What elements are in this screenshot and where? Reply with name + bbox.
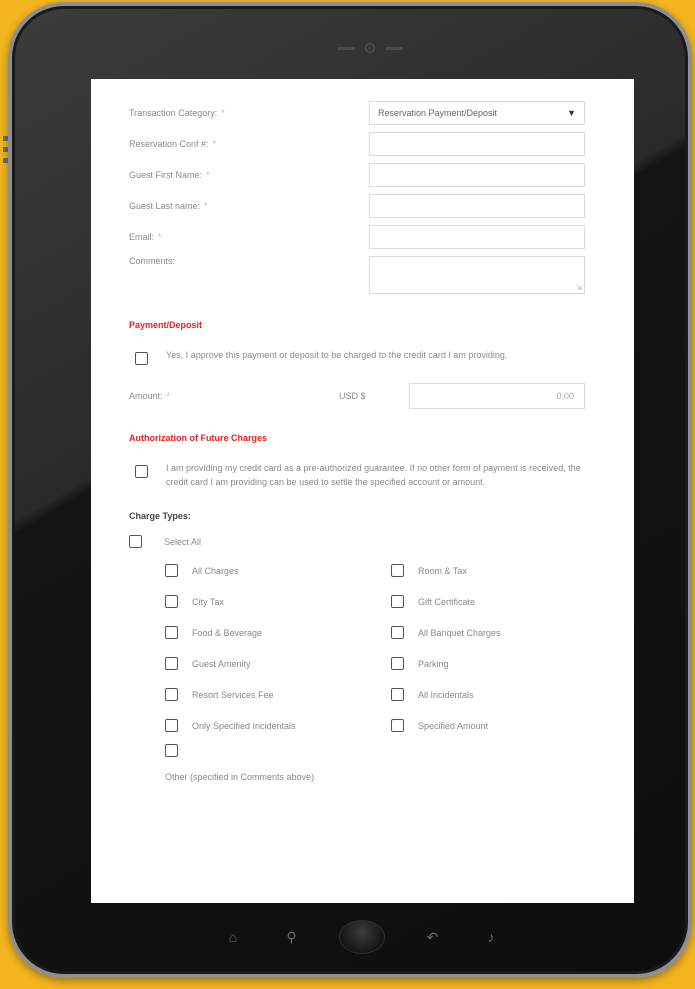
transaction-category-row: Transaction Category: * Reservation Payme…: [129, 97, 594, 128]
comments-row: Comments: ⇲: [129, 252, 594, 296]
select-all-option[interactable]: Select All: [129, 535, 594, 548]
amount-label: Amount:: [129, 391, 163, 401]
charge-option-checkbox[interactable]: [165, 744, 178, 757]
charge-option-label: Parking: [418, 658, 449, 669]
charge-option-only-specified-incidentals[interactable]: Only Specified Incidentals: [165, 717, 391, 734]
select-value: Reservation Payment/Deposit: [378, 107, 498, 118]
search-icon[interactable]: ⚲: [281, 929, 303, 946]
required-marker: *: [204, 200, 208, 211]
charge-type-options: All Charges Room & Tax City Tax Gift Cer…: [129, 562, 594, 734]
authorization-consent-checkbox[interactable]: [135, 465, 148, 478]
charge-types-title: Charge Types:: [129, 511, 191, 521]
required-marker: *: [166, 391, 171, 401]
charge-option-resort-services-fee[interactable]: Resort Services Fee: [165, 686, 391, 703]
charge-option-label: Resort Services Fee: [192, 689, 274, 700]
charge-option-checkbox[interactable]: [165, 657, 178, 670]
field-label: Comments:: [129, 256, 176, 266]
charge-option-label: City Tax: [192, 596, 224, 607]
amount-row: Amount: * USD $ 0.00: [129, 383, 594, 409]
field-label: Transaction Category:: [129, 107, 218, 118]
charge-option-checkbox[interactable]: [391, 657, 404, 670]
camera-lens: [365, 43, 375, 53]
charge-option-food-beverage[interactable]: Food & Beverage: [165, 624, 391, 641]
field-label: Guest First Name:: [129, 169, 203, 180]
field-label: Reservation Conf #:: [129, 138, 209, 149]
charge-option-all-banquet[interactable]: All Banquet Charges: [391, 624, 591, 641]
select-all-label: Select All: [164, 536, 202, 547]
charge-option-guest-amenity[interactable]: Guest Amenity: [165, 655, 391, 672]
guest-last-name-input[interactable]: [369, 193, 585, 218]
charge-option-city-tax[interactable]: City Tax: [165, 593, 391, 610]
email-input[interactable]: [369, 224, 585, 249]
field-label: Email:: [129, 231, 155, 242]
payment-consent-checkbox[interactable]: [135, 352, 148, 365]
charge-option-parking[interactable]: Parking: [391, 655, 591, 672]
charge-option-checkbox[interactable]: [391, 626, 404, 639]
charge-option-label: Guest Amenity: [192, 658, 251, 669]
charge-option-all-charges[interactable]: All Charges: [165, 562, 391, 579]
guest-first-name-input[interactable]: [369, 162, 585, 187]
charge-option-label: Other (specified in Comments above): [165, 772, 315, 782]
email-row: Email: *: [129, 221, 594, 252]
charge-option-checkbox[interactable]: [165, 688, 178, 701]
payment-consent: Yes, I approve this payment or deposit t…: [129, 348, 594, 365]
charge-option-checkbox[interactable]: [391, 688, 404, 701]
charge-option-checkbox[interactable]: [165, 626, 178, 639]
payment-section-title: Payment/Deposit: [129, 320, 203, 330]
select-all-checkbox[interactable]: [129, 535, 142, 548]
device-nav-bar: ⌂ ⚲ ↶ ♪: [222, 920, 502, 954]
guest-first-name-row: Guest First Name: *: [129, 159, 594, 190]
chevron-down-icon: ▼: [567, 107, 576, 118]
charge-option-label: All Banquet Charges: [418, 627, 501, 638]
amount-input[interactable]: 0.00: [409, 383, 585, 409]
charge-option-checkbox[interactable]: [165, 564, 178, 577]
reservation-conf-input[interactable]: [369, 131, 585, 156]
charge-option-checkbox[interactable]: [165, 595, 178, 608]
charge-option-room-tax[interactable]: Room & Tax: [391, 562, 591, 579]
authorization-consent: I am providing my credit card as a pre-a…: [129, 461, 594, 489]
reservation-conf-row: Reservation Conf #: *: [129, 128, 594, 159]
front-camera: [330, 42, 410, 54]
charge-option-label: Room & Tax: [418, 565, 467, 576]
charge-option-label: Specified Amount: [418, 720, 489, 731]
charge-option-label: Gift Certificate: [418, 596, 476, 607]
required-marker: *: [206, 169, 210, 180]
charge-option-specified-amount[interactable]: Specified Amount: [391, 717, 591, 734]
charge-option-label: Food & Beverage: [192, 627, 263, 638]
currency-label: USD $: [339, 391, 366, 401]
charge-option-label: All Incidentals: [418, 689, 474, 700]
required-marker: *: [212, 138, 217, 149]
required-marker: *: [221, 107, 225, 118]
payment-consent-text: Yes, I approve this payment or deposit t…: [166, 350, 508, 360]
charge-option-other[interactable]: Other (specified in Comments above): [129, 744, 594, 784]
required-marker: *: [158, 231, 162, 242]
charge-option-all-incidentals[interactable]: All Incidentals: [391, 686, 591, 703]
back-icon[interactable]: ↶: [422, 929, 444, 946]
form-screen: Transaction Category: * Reservation Payme…: [91, 79, 634, 903]
authorization-section-title: Authorization of Future Charges: [129, 433, 267, 443]
transaction-category-select[interactable]: Reservation Payment/Deposit ▼: [369, 100, 585, 125]
charge-option-label: All Charges: [192, 565, 239, 576]
field-label: Guest Last name:: [129, 200, 201, 211]
tablet-device: Transaction Category: * Reservation Payme…: [8, 2, 692, 978]
charge-option-checkbox[interactable]: [391, 564, 404, 577]
volume-icon[interactable]: ♪: [480, 929, 502, 945]
charge-option-label: Only Specified Incidentals: [192, 720, 296, 731]
charge-option-gift-certificate[interactable]: Gift Certificate: [391, 593, 591, 610]
home-button[interactable]: [339, 920, 385, 954]
authorization-consent-text: I am providing my credit card as a pre-a…: [166, 463, 581, 487]
charge-option-checkbox[interactable]: [391, 595, 404, 608]
guest-last-name-row: Guest Last name: *: [129, 190, 594, 221]
charge-option-checkbox[interactable]: [391, 719, 404, 732]
resize-grip-icon[interactable]: ⇲: [576, 284, 582, 292]
charge-option-checkbox[interactable]: [165, 719, 178, 732]
home-icon[interactable]: ⌂: [222, 929, 244, 945]
comments-textarea[interactable]: ⇲: [369, 256, 585, 294]
